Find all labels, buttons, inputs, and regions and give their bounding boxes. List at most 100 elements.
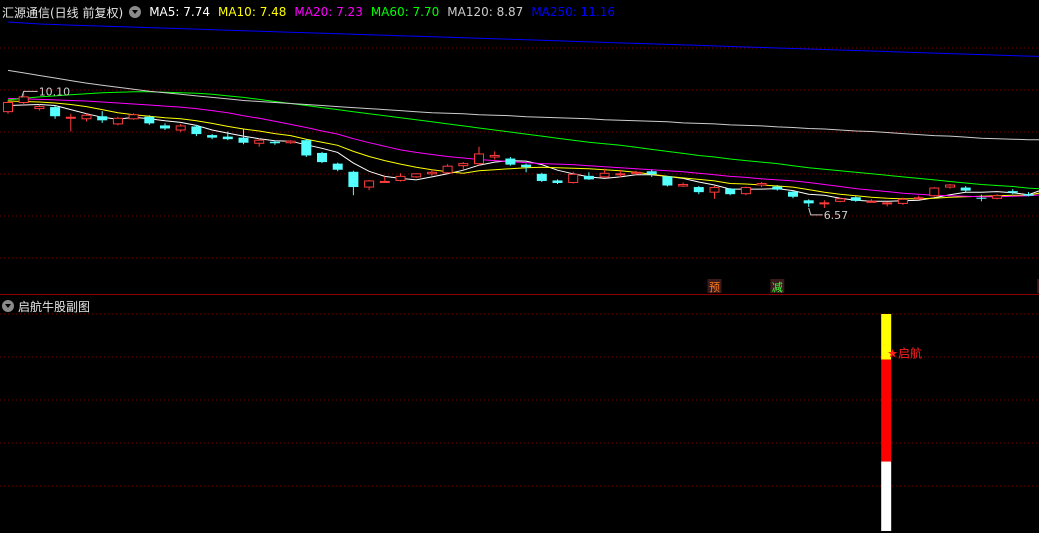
main-legend: 汇源通信(日线 前复权) MA5: 7.74 MA10: 7.48 MA20: … bbox=[2, 3, 615, 21]
chevron-down-icon[interactable] bbox=[129, 6, 142, 18]
candle-body bbox=[269, 141, 280, 144]
candle bbox=[882, 201, 893, 207]
candle-body bbox=[631, 171, 641, 174]
candle bbox=[678, 182, 689, 188]
candle bbox=[112, 116, 123, 126]
candle-body bbox=[144, 116, 155, 124]
signal-bar-white bbox=[881, 461, 892, 531]
candle-body bbox=[3, 101, 13, 113]
candle-body bbox=[552, 180, 563, 183]
ma250-label: MA250: 11.16 bbox=[531, 5, 616, 19]
candle-body bbox=[835, 198, 846, 202]
candle bbox=[552, 179, 563, 184]
candle-body bbox=[662, 176, 673, 186]
candle bbox=[160, 123, 170, 130]
candle bbox=[756, 181, 767, 188]
candle-body bbox=[317, 152, 327, 163]
candle bbox=[740, 186, 751, 196]
candle-body bbox=[301, 140, 312, 156]
candle-body bbox=[599, 172, 610, 178]
candle-body bbox=[772, 186, 783, 190]
candle bbox=[505, 157, 516, 166]
candle bbox=[960, 186, 971, 193]
low-marker-label: 6.57 bbox=[824, 209, 849, 222]
candle-body bbox=[348, 171, 359, 188]
candle bbox=[709, 186, 720, 199]
candle-body bbox=[128, 114, 139, 120]
candle-body bbox=[65, 116, 76, 119]
candle bbox=[725, 188, 736, 196]
candle-body bbox=[646, 171, 657, 175]
candle-body bbox=[458, 163, 469, 167]
candle-body bbox=[97, 116, 108, 121]
candle bbox=[474, 146, 484, 166]
main-candlestick-chart[interactable]: 10.106.57预减张 bbox=[0, 0, 1039, 295]
candle-body bbox=[50, 107, 61, 117]
candle-body bbox=[882, 202, 893, 205]
candle-body bbox=[332, 163, 343, 170]
candle-body bbox=[740, 187, 751, 195]
event-marker: 预 bbox=[709, 281, 720, 294]
ma120-line bbox=[7, 69, 1039, 141]
candle-body bbox=[568, 173, 579, 183]
ma250-line bbox=[7, 21, 1039, 57]
low-marker-line bbox=[808, 207, 823, 216]
candle bbox=[913, 195, 924, 200]
candle-body bbox=[897, 198, 908, 204]
ma10-line bbox=[7, 100, 1039, 200]
candle-body bbox=[788, 191, 798, 197]
candle bbox=[1023, 192, 1034, 197]
candle bbox=[693, 186, 704, 195]
candle-body bbox=[222, 136, 233, 140]
sub-indicator-chart[interactable]: ★启航 bbox=[0, 296, 1039, 533]
candle bbox=[646, 169, 657, 177]
ma20-label: MA20: 7.23 bbox=[294, 5, 363, 19]
ma5-label: MA5: 7.74 bbox=[149, 5, 210, 19]
signal-label: ★启航 bbox=[887, 346, 922, 361]
candle-body bbox=[238, 137, 249, 143]
candle-body bbox=[474, 153, 484, 165]
candle bbox=[285, 140, 296, 144]
candle-body bbox=[285, 140, 296, 144]
candle-body bbox=[175, 125, 186, 131]
candle bbox=[348, 170, 359, 196]
candle bbox=[662, 175, 673, 187]
candle-body bbox=[803, 200, 814, 204]
candle-body bbox=[536, 173, 547, 181]
candle-body bbox=[395, 175, 406, 181]
candle-body bbox=[489, 154, 500, 158]
candle bbox=[819, 200, 830, 208]
candle-body bbox=[18, 96, 29, 103]
candle bbox=[3, 100, 13, 114]
candle bbox=[788, 191, 798, 199]
candle-body bbox=[960, 187, 971, 191]
candle bbox=[458, 162, 469, 170]
candle-body bbox=[678, 184, 689, 187]
candle-body bbox=[379, 180, 390, 183]
candle bbox=[835, 197, 846, 203]
signal-bar-red bbox=[881, 359, 892, 462]
candle-body bbox=[913, 197, 924, 200]
candle bbox=[364, 179, 375, 191]
ma60-line bbox=[7, 91, 1039, 190]
candle-body bbox=[929, 187, 940, 197]
ma60-label: MA60: 7.70 bbox=[370, 5, 440, 19]
candle bbox=[536, 172, 547, 182]
candle-body bbox=[1007, 191, 1018, 193]
candle-body bbox=[866, 200, 877, 203]
candle-body bbox=[992, 195, 1003, 199]
sub-legend: 启航牛股副图 bbox=[2, 298, 90, 314]
candle-body bbox=[725, 188, 736, 195]
candle-body bbox=[442, 165, 453, 174]
candle bbox=[442, 164, 453, 174]
candle-body bbox=[191, 126, 202, 135]
candle-body bbox=[521, 164, 532, 168]
chevron-down-icon[interactable] bbox=[2, 300, 14, 312]
candle-body bbox=[1023, 194, 1034, 196]
stock-title: 汇源通信(日线 前复权) bbox=[2, 5, 124, 20]
candle-body bbox=[81, 114, 92, 120]
ma5-line bbox=[7, 103, 1039, 202]
candle-body bbox=[615, 173, 626, 176]
sub-title: 启航牛股副图 bbox=[18, 299, 91, 314]
candle bbox=[929, 187, 940, 197]
